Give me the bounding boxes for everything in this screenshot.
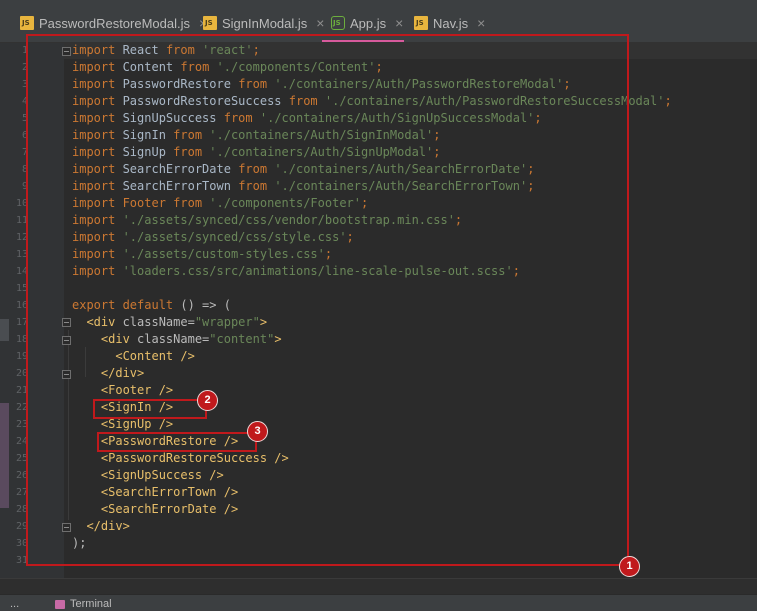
tab-label: SignInModal.js (222, 15, 308, 31)
status-text: ... (10, 598, 20, 610)
gutter-marker (0, 403, 9, 508)
annotation-badge-3: 3 (247, 421, 268, 442)
tab-password-restore-modal[interactable]: PasswordRestoreModal.js × (20, 12, 207, 34)
annotation-badge-2: 2 (197, 390, 218, 411)
tab-sign-in-modal[interactable]: SignInModal.js × (203, 12, 324, 34)
close-icon[interactable]: × (477, 15, 485, 31)
tab-nav-js[interactable]: Nav.js × (414, 12, 485, 34)
nodejs-file-icon (331, 16, 345, 30)
js-file-icon (203, 16, 217, 30)
annotation-box-3 (97, 432, 257, 452)
tab-app-js[interactable]: App.js × (331, 12, 403, 34)
js-file-icon (414, 16, 428, 30)
tab-label: PasswordRestoreModal.js (39, 15, 191, 31)
annotation-box-2 (93, 399, 207, 419)
close-icon[interactable]: × (395, 15, 403, 31)
tab-label: App.js (350, 15, 387, 31)
close-icon[interactable]: × (316, 15, 324, 31)
code-token: ; (664, 94, 672, 108)
terminal-label: Terminal (70, 598, 112, 610)
terminal-button[interactable]: Terminal (55, 598, 112, 610)
annotation-box-1 (26, 34, 629, 566)
status-bar: ... Terminal (0, 594, 757, 611)
terminal-icon (55, 599, 65, 609)
js-file-icon (20, 16, 34, 30)
gutter-marker (0, 319, 9, 341)
tab-label: Nav.js (433, 15, 469, 31)
annotation-badge-1: 1 (619, 556, 640, 577)
horizontal-scrollbar[interactable] (0, 578, 757, 595)
